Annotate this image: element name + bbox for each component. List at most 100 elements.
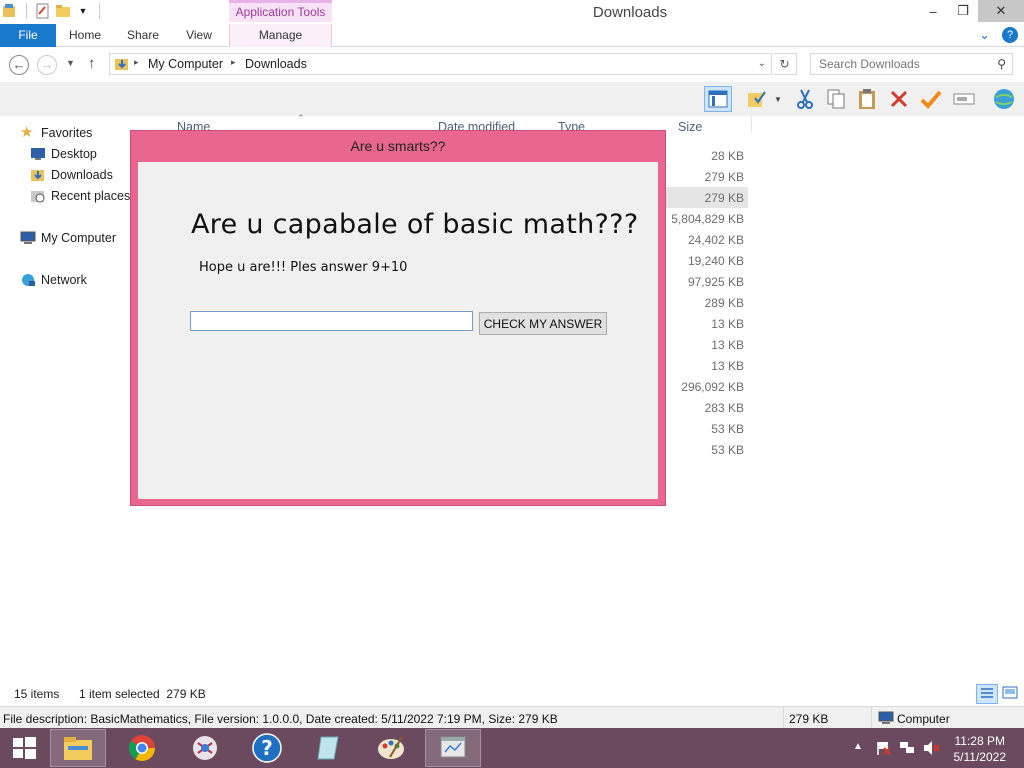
toolbar-dropdown-icon[interactable]: ▼ <box>768 86 788 112</box>
details-view-icon[interactable] <box>976 684 998 704</box>
sort-ascending-icon: ⌃ <box>297 113 305 123</box>
close-button[interactable]: ✕ <box>978 0 1024 22</box>
file-size-status: 279 KB <box>789 712 829 726</box>
nav-network[interactable]: Network <box>20 272 87 288</box>
taskbar-chrome[interactable] <box>114 729 170 767</box>
tab-share[interactable]: Share <box>114 24 172 47</box>
search-icon[interactable]: ⚲ <box>997 57 1006 71</box>
explorer-icon[interactable] <box>2 3 18 19</box>
taskbar-help[interactable]: ? <box>239 729 295 767</box>
address-dropdown-chevron-icon[interactable]: ⌄ <box>758 58 766 69</box>
address-row: ← → ▼ ↑ ▸ My Computer ▸ Downloads ⌄ ↻ ⚲ <box>0 48 1024 82</box>
nav-desktop-label: Desktop <box>51 147 97 161</box>
taskbar-paint[interactable] <box>363 729 419 767</box>
network-icon <box>22 274 35 286</box>
clock-date: 5/11/2022 <box>953 750 1007 764</box>
search-input[interactable] <box>811 54 986 74</box>
nav-my-computer[interactable]: My Computer <box>20 230 116 246</box>
minimize-button[interactable]: – <box>918 0 948 22</box>
ribbon-right-controls: ⌄ ? <box>979 27 1018 43</box>
window-title: Downloads <box>592 4 668 21</box>
command-toolbar: ▼ <box>0 82 1024 116</box>
taskbar-app-3[interactable] <box>177 729 233 767</box>
nav-network-label: Network <box>41 273 87 287</box>
new-folder-icon[interactable] <box>55 3 71 19</box>
nav-favorites[interactable]: ★ Favorites <box>20 125 92 141</box>
check-answer-button[interactable]: CHECK MY ANSWER <box>479 312 607 335</box>
notes-icon <box>317 736 339 760</box>
tab-manage[interactable]: Manage <box>229 24 332 47</box>
maximize-button[interactable]: ❐ <box>948 0 978 22</box>
delete-icon[interactable] <box>885 86 913 112</box>
windows-logo-icon <box>13 737 36 759</box>
help-icon[interactable]: ? <box>1002 27 1018 43</box>
taskbar-app-5[interactable] <box>301 729 357 767</box>
cut-icon[interactable] <box>791 86 819 112</box>
tab-file[interactable]: File <box>0 24 56 47</box>
nav-recent-places-label: Recent places <box>51 189 131 203</box>
file-description-bar: File description: BasicMathematics, File… <box>0 706 1024 729</box>
properties-icon[interactable] <box>35 3 51 19</box>
start-button[interactable] <box>0 729 48 767</box>
title-bar: ▼ Application Tools Downloads – ❐ ✕ <box>0 0 1024 24</box>
qat-dropdown-icon[interactable]: ▼ <box>75 3 91 19</box>
nav-recent-places[interactable]: Recent places <box>30 188 130 204</box>
breadcrumb-my-computer[interactable]: My Computer <box>148 57 223 71</box>
system-clock[interactable]: 11:28 PM 5/11/2022 <box>954 733 1007 765</box>
item-count: 15 items <box>14 687 60 701</box>
tab-home[interactable]: Home <box>56 24 114 47</box>
nav-favorites-label: Favorites <box>41 126 93 140</box>
status-bar: 15 items 1 item selected 279 KB <box>0 682 1024 706</box>
paste-icon[interactable] <box>853 86 881 112</box>
contextual-tab-group-label: Application Tools <box>229 0 332 22</box>
volume-muted-icon[interactable] <box>922 740 940 756</box>
taskbar: ? ▲ 11:28 PM 5/11/2022 <box>0 728 1024 768</box>
action-center-flag-icon[interactable] <box>875 740 891 756</box>
column-divider[interactable] <box>751 116 752 132</box>
globe-icon[interactable] <box>990 86 1018 112</box>
answer-input[interactable] <box>190 311 473 331</box>
recent-locations-chevron-icon[interactable]: ▼ <box>66 58 75 68</box>
location-status: Computer <box>897 712 950 726</box>
qat-separator <box>99 3 100 19</box>
chrome-icon <box>128 735 156 762</box>
search-box: ⚲ <box>810 53 1013 75</box>
network-status-icon[interactable] <box>899 740 915 756</box>
nav-downloads-label: Downloads <box>51 168 113 182</box>
clock-time: 11:28 PM <box>954 734 1005 748</box>
downloads-icon <box>31 170 44 181</box>
nav-desktop[interactable]: Desktop <box>30 146 97 162</box>
address-bar[interactable]: ▸ My Computer ▸ Downloads ⌄ <box>109 53 772 75</box>
nav-my-computer-label: My Computer <box>41 231 117 245</box>
expand-ribbon-icon[interactable]: ⌄ <box>979 27 990 43</box>
checkmark-icon[interactable] <box>917 86 945 112</box>
file-description: File description: BasicMathematics, File… <box>3 712 558 726</box>
tray-expand-icon[interactable]: ▲ <box>853 741 863 752</box>
forward-arrow-icon[interactable]: → <box>37 55 57 75</box>
taskbar-file-explorer[interactable] <box>50 729 106 767</box>
column-header-size[interactable]: Size <box>678 120 702 134</box>
recent-places-icon <box>31 191 45 203</box>
copy-icon[interactable] <box>822 86 850 112</box>
breadcrumb-separator: ▸ <box>134 57 139 67</box>
taskbar-math-app[interactable] <box>425 729 481 767</box>
tab-view[interactable]: View <box>172 24 226 47</box>
quick-access-toolbar: ▼ <box>2 3 104 19</box>
up-arrow-icon[interactable]: ↑ <box>88 55 96 72</box>
select-folder-icon[interactable] <box>743 86 771 112</box>
large-icons-view-icon[interactable] <box>1000 684 1022 704</box>
rename-icon[interactable] <box>950 86 978 112</box>
breadcrumb-separator: ▸ <box>231 57 236 67</box>
selection-info: 1 item selected 279 KB <box>79 687 206 701</box>
nav-downloads[interactable]: Downloads <box>30 167 113 183</box>
refresh-icon[interactable]: ↻ <box>773 53 797 75</box>
qat-separator <box>26 3 27 19</box>
preview-pane-icon[interactable] <box>704 86 732 112</box>
svg-text:?: ? <box>261 736 273 760</box>
back-arrow-icon[interactable]: ← <box>9 55 29 75</box>
paint-palette-icon <box>378 736 404 759</box>
help-icon: ? <box>252 733 282 763</box>
breadcrumb-downloads[interactable]: Downloads <box>245 57 307 71</box>
network-tool-icon <box>193 736 217 760</box>
downloads-folder-icon <box>115 59 128 70</box>
